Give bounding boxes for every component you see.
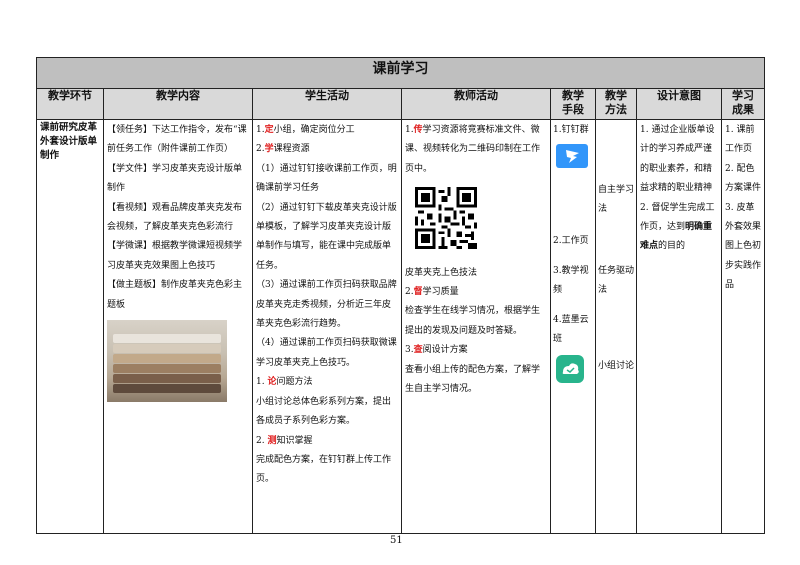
page-number: 51	[390, 535, 403, 546]
dingtalk-app-icon	[556, 144, 588, 169]
header-methods: 教学方法	[595, 88, 637, 120]
outcome-item: 2. 配色方案课件	[725, 163, 762, 194]
method-item: 小组讨论	[598, 360, 635, 371]
methods-cell: 自主学习法 任务驱动法 小组讨论	[595, 119, 637, 534]
table-title: 课前学习	[36, 57, 765, 89]
mosoteach-app-icon	[556, 355, 584, 384]
design-cell: 1. 通过企业版单设计的学习养成严谨的职业素养，和精益求精的职业精神 2. 督促…	[636, 119, 722, 534]
student-item: （4）通过课前工作页扫码获取微课学习皮革夹克上色技巧。	[256, 338, 397, 368]
header-teacher: 教师活动	[401, 88, 551, 120]
method-item: 任务驱动法	[598, 265, 635, 296]
method-item: 自主学习法	[598, 185, 635, 215]
student-item: （3）通过课前工作页扫码获取品牌皮革夹克走秀视频，分析近三年皮革夹克色彩流行趋势…	[256, 280, 397, 330]
header-content: 教学内容	[103, 88, 253, 120]
means-item: 4.蓝墨云班	[553, 314, 589, 345]
content-item: 【做主题板】制作皮革夹克色彩主题板	[107, 280, 243, 310]
means-item: 1.钉钉群	[553, 125, 589, 135]
means-cell: 1.钉钉群 2.工作页 3.教学视频 4.蓝墨云班	[550, 119, 596, 534]
header-design: 设计意图	[636, 88, 722, 120]
design-intent: 1. 通过企业版单设计的学习养成严谨的职业素养，和精益求精的职业精神 2. 督促…	[637, 120, 721, 258]
student-item: （1）通过钉钉接收课前工作页，明确课前学习任务	[256, 163, 397, 194]
student-item: 小组讨论总体色彩系列方案，提出各成员子系列色彩方案。	[256, 396, 392, 427]
header-stage: 教学环节	[36, 88, 104, 120]
teacher-activities: 1.传学习资源将竞赛标准文件、微课、视频转化为二维码印制在工作页中。 皮革夹克上…	[402, 120, 550, 400]
content-list: 【领任务】下达工作指令，发布“课前任务工作（附件课前工作页） 【学文件】学习皮革…	[104, 120, 252, 316]
methods-list: 自主学习法 任务驱动法 小组讨论	[596, 120, 636, 377]
content-item: 【学微课】根据教学微课短视频学习皮革夹克效果图上色技巧	[107, 241, 243, 271]
body-row: 课前研究皮革外套设计版单制作 【领任务】下达工作指令，发布“课前任务工作（附件课…	[36, 119, 765, 534]
student-item: 完成配色方案，在钉钉群上传工作页。	[256, 454, 392, 485]
means-item: 3.教学视频	[553, 265, 589, 296]
design-item: 1. 通过企业版单设计的学习养成严谨的职业素养，和精益求精的职业精神	[640, 125, 715, 194]
teacher-item: 检查学生在线学习情况，根据学生提出的发现及问题及时答疑。	[405, 306, 541, 336]
content-item: 【学文件】学习皮革夹克设计版单制作	[107, 163, 243, 194]
leather-samples-photo	[107, 320, 227, 403]
header-means: 教学手段	[550, 88, 596, 120]
header-student: 学生活动	[252, 88, 402, 120]
means-list: 1.钉钉群 2.工作页 3.教学视频 4.蓝墨云班	[551, 120, 595, 384]
outcomes-list: 1. 课前工作页 2. 配色方案课件 3. 皮革外套效果图上色初步实践作品	[722, 120, 764, 297]
header-outcomes: 学习成果	[721, 88, 765, 120]
outcomes-cell: 1. 课前工作页 2. 配色方案课件 3. 皮革外套效果图上色初步实践作品	[721, 119, 765, 534]
qr-caption: 皮革夹克上色技法	[405, 267, 478, 278]
design-item: 2. 督促学生完成工作页，达到明确重难点的目的	[640, 202, 715, 252]
stage-text: 课前研究皮革外套设计版单制作	[40, 122, 98, 161]
means-item: 2.工作页	[553, 236, 589, 247]
qr-code-icon	[415, 187, 477, 250]
lesson-plan-table: 课前学习 教学环节 教学内容 学生活动 教师活动 教学手段 教学方法 设计意图 …	[36, 57, 765, 534]
content-item: 【领任务】下达工作指令，发布“课前任务工作（附件课前工作页）	[107, 125, 247, 155]
student-item: （2）通过钉钉下载皮革夹克设计版单模板，了解学习皮革夹克设计版单制作与填写，能在…	[256, 202, 397, 271]
stage-cell: 课前研究皮革外套设计版单制作	[36, 119, 104, 534]
outcome-item: 1. 课前工作页	[725, 125, 755, 155]
outcome-item: 3. 皮革外套效果图上色初步实践作品	[725, 202, 762, 291]
teacher-item: 查看小组上传的配色方案，了解学生自主学习情况。	[405, 364, 541, 395]
content-cell: 【领任务】下达工作指令，发布“课前任务工作（附件课前工作页） 【学文件】学习皮革…	[103, 119, 253, 534]
header-row: 教学环节 教学内容 学生活动 教师活动 教学手段 教学方法 设计意图 学习成果	[36, 88, 765, 120]
content-item: 【看视频】观看品牌皮革夹克发布会视频，了解皮革夹克色彩流行	[107, 202, 243, 233]
title-row: 课前学习	[36, 57, 765, 89]
teacher-cell: 1.传学习资源将竞赛标准文件、微课、视频转化为二维码印制在工作页中。 皮革夹克上…	[401, 119, 551, 534]
student-cell: 1.定小组，确定岗位分工 2.学课程资源 （1）通过钉钉接收课前工作页，明确课前…	[252, 119, 402, 534]
student-activities: 1.定小组，确定岗位分工 2.学课程资源 （1）通过钉钉接收课前工作页，明确课前…	[253, 120, 401, 491]
